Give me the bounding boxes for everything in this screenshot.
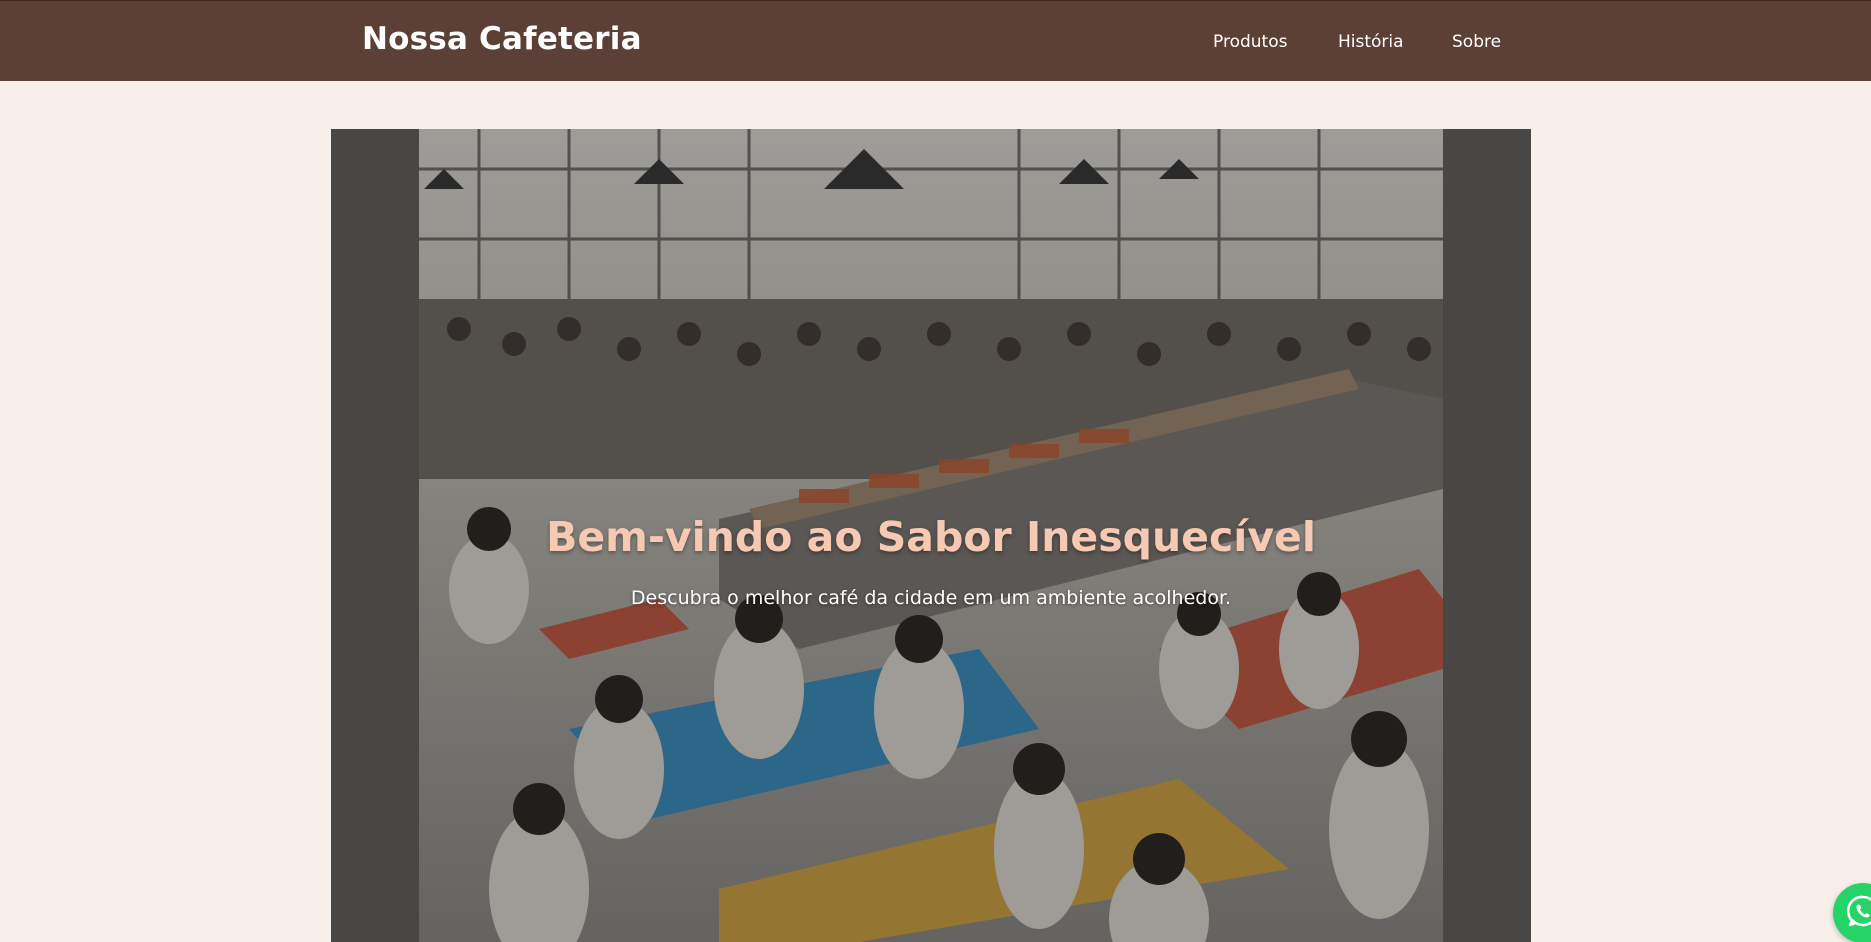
whatsapp-button[interactable] — [1833, 883, 1871, 942]
navbar: Nossa Cafeteria Produtos História Sobre — [0, 0, 1871, 81]
hero-banner: Bem-vindo ao Sabor Inesquecível Descubra… — [331, 129, 1531, 942]
whatsapp-icon — [1845, 893, 1871, 933]
nav-link-sobre[interactable]: Sobre — [1452, 32, 1501, 52]
nav-link-historia[interactable]: História — [1338, 32, 1404, 52]
brand-logo[interactable]: Nossa Cafeteria — [362, 21, 642, 57]
hero-subtitle: Descubra o melhor café da cidade em um a… — [630, 587, 1232, 609]
nav-link-produtos[interactable]: Produtos — [1213, 32, 1287, 52]
hero-title: Bem-vindo ao Sabor Inesquecível — [546, 513, 1316, 561]
